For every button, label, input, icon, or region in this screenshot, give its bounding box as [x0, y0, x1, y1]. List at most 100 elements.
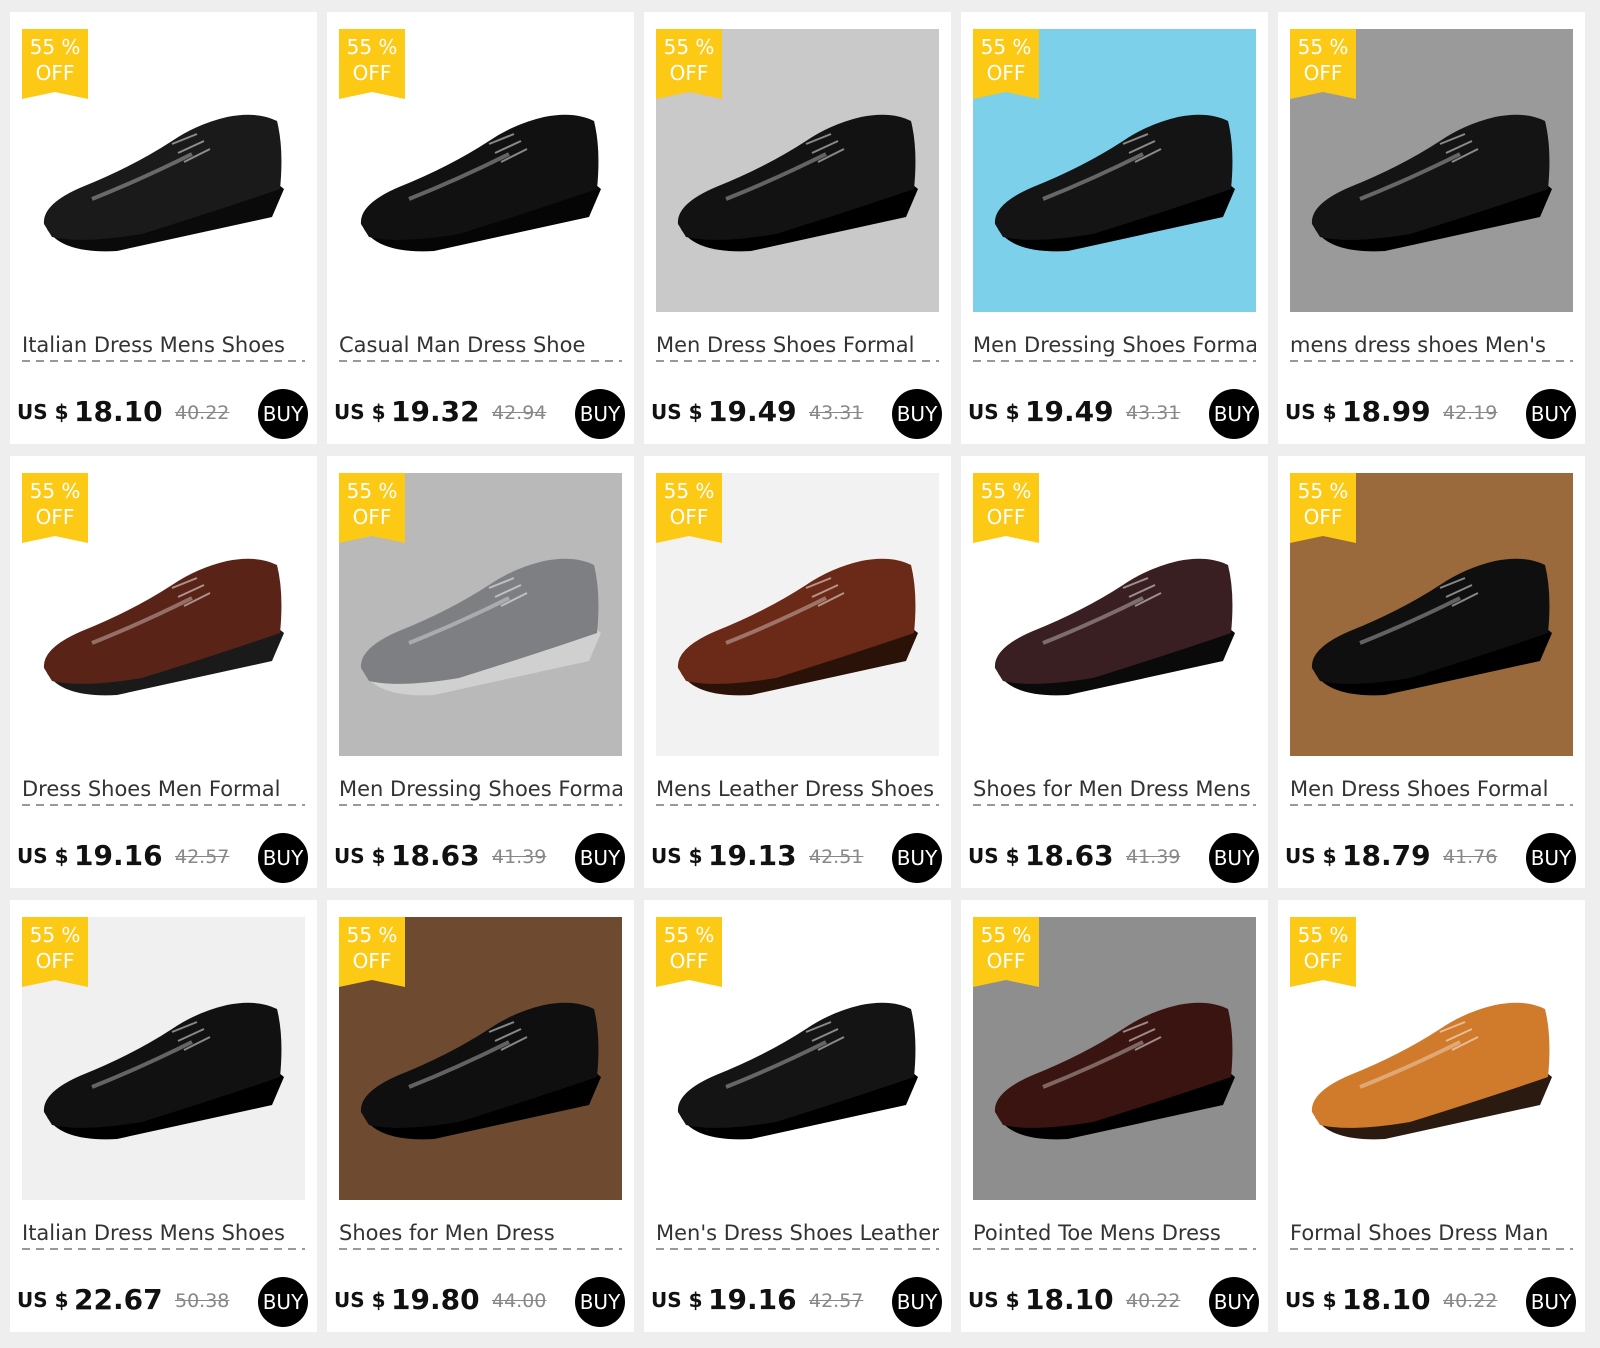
product-card[interactable]: 55 % OFF Italian Dress Mens Shoes US $ 1… — [10, 12, 317, 444]
buy-button[interactable]: BUY — [892, 833, 942, 883]
product-card[interactable]: 55 % OFF Pointed Toe Mens Dress US $ 18.… — [961, 900, 1268, 1332]
discount-badge: 55 % OFF — [656, 917, 722, 987]
product-title[interactable]: Formal Shoes Dress Man — [1290, 1220, 1573, 1250]
product-card[interactable]: 55 % OFF Men Dressing Shoes Formal US $ … — [327, 456, 634, 888]
sale-price: 18.63 — [1025, 839, 1114, 872]
product-card[interactable]: 55 % OFF Men's Dress Shoes Leather US $ … — [644, 900, 951, 1332]
product-card[interactable]: 55 % OFF Shoes for Men Dress US $ 19.80 … — [327, 900, 634, 1332]
price-row: US $ 19.80 44.00 BUY — [334, 1277, 629, 1327]
buy-button[interactable]: BUY — [892, 1277, 942, 1327]
original-price: 50.38 — [175, 1290, 230, 1312]
buy-button[interactable]: BUY — [1209, 833, 1259, 883]
buy-button[interactable]: BUY — [575, 389, 625, 439]
discount-off-label: OFF — [352, 61, 392, 85]
sale-price: 19.49 — [708, 395, 797, 428]
price-row: US $ 19.49 43.31 BUY — [651, 389, 946, 439]
discount-off-label: OFF — [986, 949, 1026, 973]
discount-badge: 55 % OFF — [1290, 29, 1356, 99]
sale-price: 19.16 — [74, 839, 163, 872]
product-card[interactable]: 55 % OFF Formal Shoes Dress Man US $ 18.… — [1278, 900, 1585, 1332]
buy-button[interactable]: BUY — [258, 1277, 308, 1327]
sale-price: 19.16 — [708, 1283, 797, 1316]
discount-percent: 55 % — [980, 35, 1032, 59]
sale-price: 19.80 — [391, 1283, 480, 1316]
product-title[interactable]: Italian Dress Mens Shoes — [22, 332, 305, 362]
price-row: US $ 18.10 40.22 BUY — [968, 1277, 1263, 1327]
discount-off-label: OFF — [669, 505, 709, 529]
product-title[interactable]: Casual Man Dress Shoe — [339, 332, 622, 362]
product-title[interactable]: Dress Shoes Men Formal — [22, 776, 305, 806]
product-card[interactable]: 55 % OFF Men Dressing Shoes Formal US $ … — [961, 12, 1268, 444]
discount-percent: 55 % — [663, 479, 715, 503]
discount-off-label: OFF — [986, 61, 1026, 85]
discount-percent: 55 % — [663, 923, 715, 947]
currency-label: US $ — [17, 1288, 69, 1312]
product-title[interactable]: Men Dress Shoes Formal — [656, 332, 939, 362]
buy-button[interactable]: BUY — [1526, 1277, 1576, 1327]
discount-off-label: OFF — [35, 949, 75, 973]
product-card[interactable]: 55 % OFF Mens Leather Dress Shoes US $ 1… — [644, 456, 951, 888]
buy-button[interactable]: BUY — [258, 389, 308, 439]
original-price: 42.57 — [809, 1290, 864, 1312]
original-price: 42.57 — [175, 846, 230, 868]
sale-price: 18.79 — [1342, 839, 1431, 872]
discount-off-label: OFF — [1303, 61, 1343, 85]
currency-label: US $ — [1285, 400, 1337, 424]
buy-button[interactable]: BUY — [1526, 389, 1576, 439]
product-card[interactable]: 55 % OFF Men Dress Shoes Formal US $ 18.… — [1278, 456, 1585, 888]
product-card[interactable]: 55 % OFF Italian Dress Mens Shoes US $ 2… — [10, 900, 317, 1332]
product-title[interactable]: Mens Leather Dress Shoes — [656, 776, 939, 806]
product-card[interactable]: 55 % OFF mens dress shoes Men's US $ 18.… — [1278, 12, 1585, 444]
discount-badge: 55 % OFF — [1290, 917, 1356, 987]
product-title[interactable]: mens dress shoes Men's — [1290, 332, 1573, 362]
sale-price: 18.10 — [74, 395, 163, 428]
discount-badge: 55 % OFF — [973, 917, 1039, 987]
original-price: 40.22 — [175, 402, 230, 424]
buy-button[interactable]: BUY — [258, 833, 308, 883]
product-card[interactable]: 55 % OFF Men Dress Shoes Formal US $ 19.… — [644, 12, 951, 444]
product-title[interactable]: Men Dress Shoes Formal — [1290, 776, 1573, 806]
discount-percent: 55 % — [663, 35, 715, 59]
buy-button[interactable]: BUY — [575, 1277, 625, 1327]
discount-badge: 55 % OFF — [973, 29, 1039, 99]
currency-label: US $ — [968, 400, 1020, 424]
discount-badge: 55 % OFF — [656, 473, 722, 543]
sale-price: 18.10 — [1025, 1283, 1114, 1316]
product-title[interactable]: Pointed Toe Mens Dress — [973, 1220, 1256, 1250]
sale-price: 18.10 — [1342, 1283, 1431, 1316]
product-title[interactable]: Shoes for Men Dress — [339, 1220, 622, 1250]
product-title[interactable]: Shoes for Men Dress Mens — [973, 776, 1256, 806]
discount-badge: 55 % OFF — [339, 29, 405, 99]
sale-price: 19.49 — [1025, 395, 1114, 428]
price-row: US $ 18.99 42.19 BUY — [1285, 389, 1580, 439]
currency-label: US $ — [651, 844, 703, 868]
currency-label: US $ — [17, 844, 69, 868]
buy-button[interactable]: BUY — [575, 833, 625, 883]
product-card[interactable]: 55 % OFF Dress Shoes Men Formal US $ 19.… — [10, 456, 317, 888]
buy-button[interactable]: BUY — [1526, 833, 1576, 883]
buy-button[interactable]: BUY — [1209, 389, 1259, 439]
product-title[interactable]: Italian Dress Mens Shoes — [22, 1220, 305, 1250]
sale-price: 22.67 — [74, 1283, 163, 1316]
discount-percent: 55 % — [29, 35, 81, 59]
product-card[interactable]: 55 % OFF Shoes for Men Dress Mens US $ 1… — [961, 456, 1268, 888]
discount-badge: 55 % OFF — [656, 29, 722, 99]
price-row: US $ 18.10 40.22 BUY — [17, 389, 312, 439]
buy-button[interactable]: BUY — [1209, 1277, 1259, 1327]
original-price: 40.22 — [1443, 1290, 1498, 1312]
discount-badge: 55 % OFF — [22, 917, 88, 987]
discount-percent: 55 % — [346, 35, 398, 59]
discount-percent: 55 % — [29, 923, 81, 947]
discount-off-label: OFF — [352, 949, 392, 973]
product-title[interactable]: Men's Dress Shoes Leather — [656, 1220, 939, 1250]
price-row: US $ 19.49 43.31 BUY — [968, 389, 1263, 439]
original-price: 41.76 — [1443, 846, 1498, 868]
original-price: 44.00 — [492, 1290, 547, 1312]
product-title[interactable]: Men Dressing Shoes Formal — [339, 776, 622, 806]
discount-off-label: OFF — [35, 61, 75, 85]
buy-button[interactable]: BUY — [892, 389, 942, 439]
product-title[interactable]: Men Dressing Shoes Formal — [973, 332, 1256, 362]
discount-off-label: OFF — [1303, 505, 1343, 529]
product-card[interactable]: 55 % OFF Casual Man Dress Shoe US $ 19.3… — [327, 12, 634, 444]
sale-price: 18.63 — [391, 839, 480, 872]
